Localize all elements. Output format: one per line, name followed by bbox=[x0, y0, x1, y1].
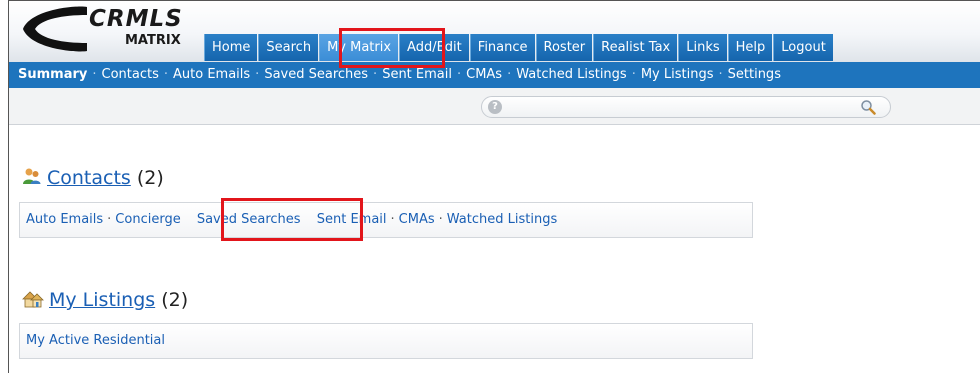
crmls-matrix-logo[interactable]: CRMLS MATRIX bbox=[17, 3, 195, 55]
link-separator: · bbox=[438, 212, 443, 227]
subnav-separator: · bbox=[373, 67, 378, 82]
tab-logout[interactable]: Logout bbox=[773, 34, 833, 61]
subnav-cmas[interactable]: CMAs bbox=[466, 67, 502, 82]
header: CRMLS MATRIX Home Search My Matrix Add/E… bbox=[9, 1, 980, 62]
link-separator bbox=[181, 212, 197, 227]
contacts-heading: Contacts (2) bbox=[47, 167, 164, 189]
subnav-separator: · bbox=[507, 67, 512, 82]
tab-links[interactable]: Links bbox=[678, 34, 727, 61]
my-listings-link[interactable]: My Listings bbox=[49, 289, 155, 311]
contacts-icon bbox=[23, 168, 41, 184]
subnav-separator: · bbox=[456, 67, 462, 82]
logo-subtext: MATRIX bbox=[125, 33, 181, 48]
main-tabs: Home Search My Matrix Add/Edit Finance R… bbox=[204, 34, 834, 61]
tab-home[interactable]: Home bbox=[204, 34, 258, 61]
help-icon[interactable]: ? bbox=[488, 100, 502, 114]
quick-search-row: ? bbox=[9, 88, 980, 125]
subnav-separator: · bbox=[92, 67, 97, 82]
page-frame: CRMLS MATRIX Home Search My Matrix Add/E… bbox=[8, 0, 980, 373]
link-separator bbox=[301, 212, 317, 227]
subnav-my-listings[interactable]: My Listings bbox=[641, 67, 714, 82]
subnav-saved-searches[interactable]: Saved Searches bbox=[264, 67, 368, 82]
my-listings-house-icon bbox=[22, 291, 44, 308]
quick-search-input[interactable]: ? bbox=[481, 96, 891, 118]
tab-realist-tax[interactable]: Realist Tax bbox=[593, 34, 678, 61]
subnav-auto-emails[interactable]: Auto Emails bbox=[173, 67, 250, 82]
contacts-sent-email-link[interactable]: Sent Email bbox=[317, 212, 387, 227]
contacts-link[interactable]: Contacts bbox=[47, 167, 131, 189]
contacts-auto-emails-link[interactable]: Auto Emails bbox=[26, 212, 103, 227]
subnav-sent-email[interactable]: Sent Email bbox=[382, 67, 452, 82]
contacts-watched-listings-link[interactable]: Watched Listings bbox=[447, 212, 557, 227]
my-active-residential-link[interactable]: My Active Residential bbox=[26, 333, 165, 348]
my-listings-heading: My Listings (2) bbox=[49, 289, 188, 311]
my-listings-count: (2) bbox=[161, 289, 189, 311]
my-listings-linkbar: My Active Residential bbox=[19, 323, 753, 359]
sub-navigation: Summary · Contacts · Auto Emails · Saved Searc… bbox=[9, 62, 980, 88]
contacts-saved-searches-link[interactable]: Saved Searches bbox=[197, 212, 301, 227]
contacts-cmas-link[interactable]: CMAs bbox=[399, 212, 435, 227]
tab-add-edit[interactable]: Add/Edit bbox=[399, 34, 469, 61]
logo-text: CRMLS bbox=[89, 6, 183, 32]
subnav-watched-listings[interactable]: Watched Listings bbox=[516, 67, 626, 82]
subnav-separator: · bbox=[631, 67, 636, 82]
tab-search[interactable]: Search bbox=[258, 34, 319, 61]
search-icon[interactable] bbox=[860, 99, 876, 115]
tab-roster[interactable]: Roster bbox=[535, 34, 593, 61]
subnav-settings[interactable]: Settings bbox=[728, 67, 781, 82]
contacts-concierge-link[interactable]: Concierge bbox=[115, 212, 180, 227]
subnav-separator: · bbox=[163, 67, 169, 82]
link-separator: · bbox=[107, 212, 112, 227]
subnav-separator: · bbox=[718, 67, 723, 82]
contacts-linkbar: Auto Emails · Concierge Saved Searches Sen… bbox=[19, 202, 753, 238]
tab-finance[interactable]: Finance bbox=[469, 34, 535, 61]
tab-my-matrix[interactable]: My Matrix bbox=[319, 34, 399, 61]
contacts-count: (2) bbox=[136, 167, 164, 189]
subnav-separator: · bbox=[255, 67, 260, 82]
tab-help[interactable]: Help bbox=[727, 34, 773, 61]
subnav-contacts[interactable]: Contacts bbox=[102, 67, 159, 82]
link-separator: · bbox=[390, 212, 395, 227]
subnav-summary[interactable]: Summary bbox=[18, 67, 87, 82]
